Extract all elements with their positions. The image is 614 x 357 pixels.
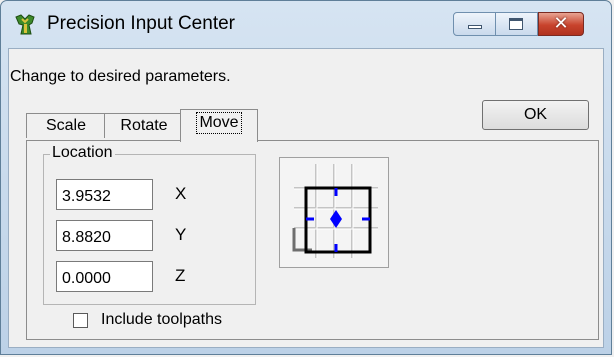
dialog-client-area: Change to desired parameters. Scale Rota…	[8, 48, 604, 348]
location-group: Location X Y Z	[43, 144, 256, 305]
minimize-button[interactable]	[453, 12, 496, 36]
tab-move-label: Move	[196, 112, 242, 134]
location-z-field[interactable]	[56, 261, 153, 292]
dialog-window: Precision Input Center ✕ Change to desir…	[0, 0, 612, 355]
location-z-label: Z	[175, 266, 186, 285]
close-icon: ✕	[553, 13, 569, 34]
tab-rotate[interactable]: Rotate	[104, 113, 184, 138]
anchor-grid-icon	[292, 164, 378, 258]
tab-move[interactable]: Move	[180, 109, 258, 142]
app-logo-icon	[13, 13, 37, 37]
window-title: Precision Input Center	[47, 13, 235, 34]
ok-button[interactable]: OK	[482, 100, 589, 130]
location-x-field[interactable]	[56, 179, 153, 210]
location-y-field[interactable]	[56, 220, 153, 251]
instructions-text: Change to desired parameters.	[10, 68, 231, 85]
anchor-picker-button[interactable]	[279, 157, 389, 268]
minimize-icon	[468, 25, 482, 29]
include-toolpaths-label: Include toolpaths	[101, 311, 222, 328]
title-bar[interactable]: Precision Input Center ✕	[1, 1, 611, 45]
close-button[interactable]: ✕	[538, 12, 584, 36]
maximize-button[interactable]	[496, 12, 538, 36]
move-tab-panel: Location X Y Z Include toolpaths	[26, 140, 599, 340]
location-x-label: X	[175, 184, 187, 203]
include-toolpaths-checkbox[interactable]	[73, 313, 88, 328]
maximize-icon	[509, 18, 523, 30]
location-group-title: Location	[50, 144, 115, 162]
tab-scale[interactable]: Scale	[26, 113, 106, 138]
location-y-label: Y	[175, 225, 187, 244]
